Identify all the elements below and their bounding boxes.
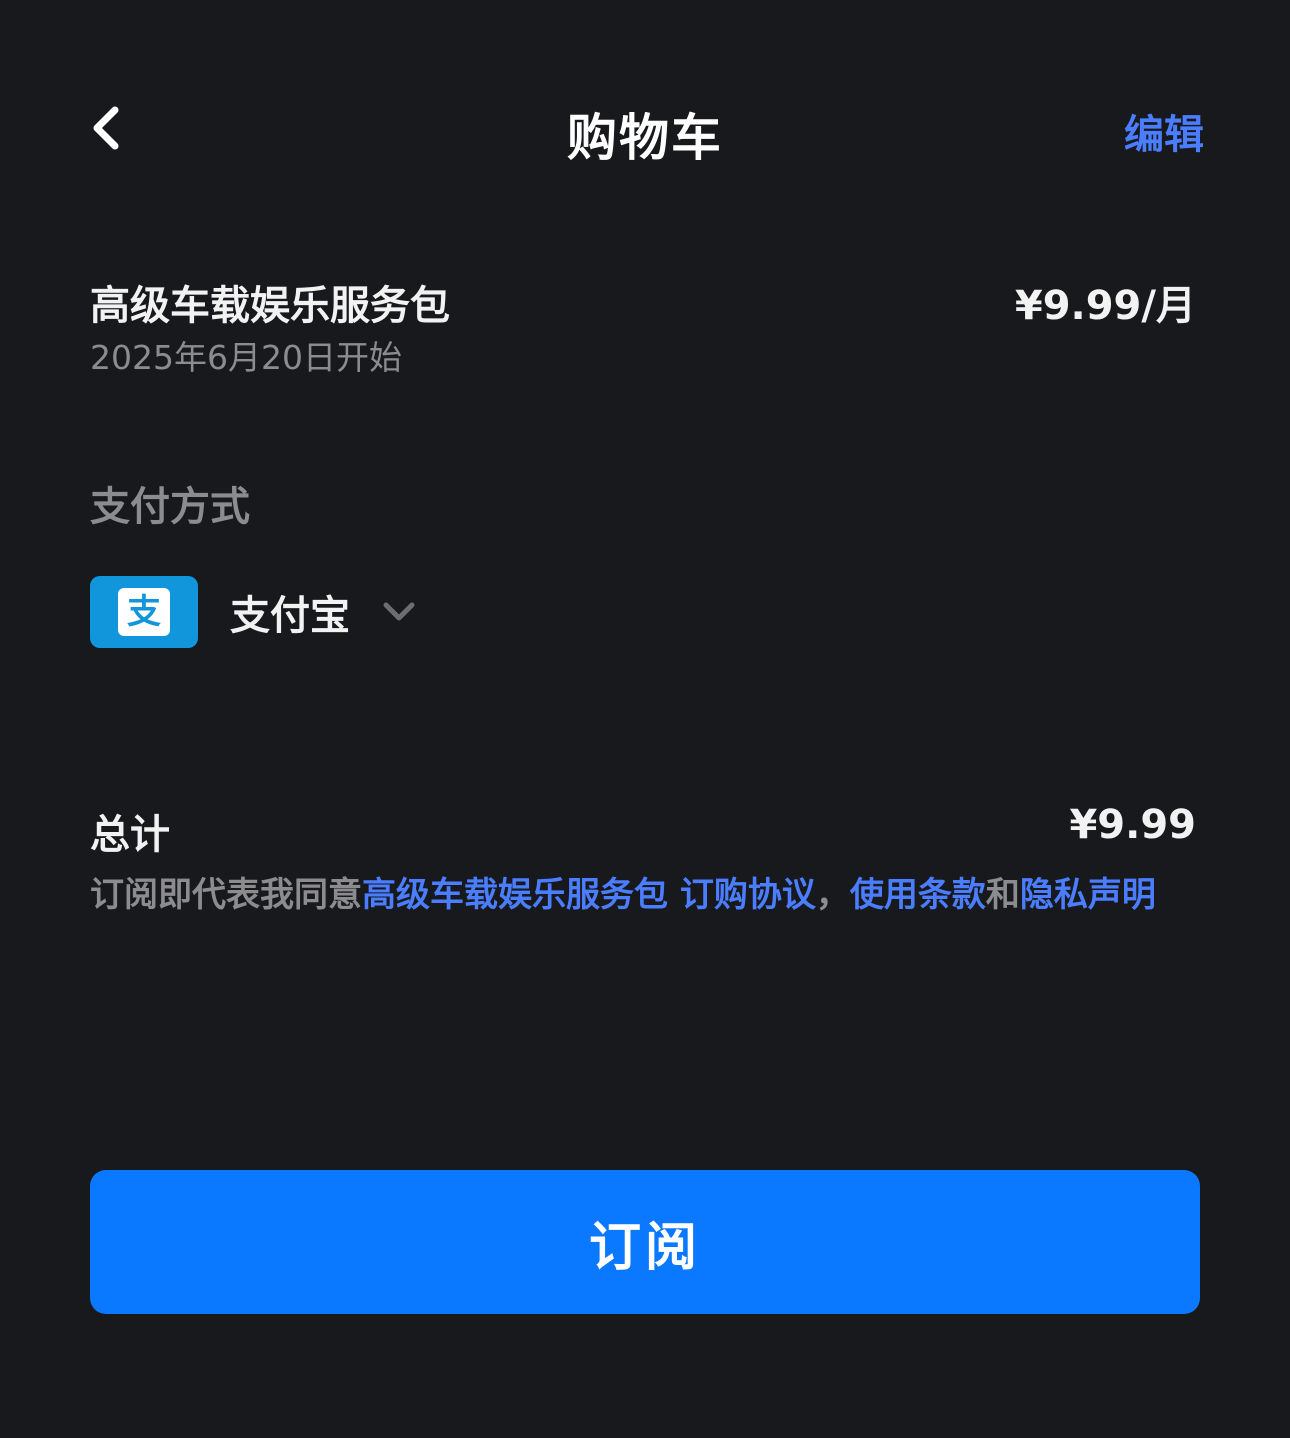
page-title: 购物车 bbox=[567, 109, 723, 167]
cart-item: 高级车载娱乐服务包 2025年6月20日开始 ¥9.99/月 bbox=[90, 278, 1196, 382]
agreement-conjunction: 和 bbox=[985, 875, 1020, 915]
agreement-text: 订阅即代表我同意高级车载娱乐服务包 订购协议，使用条款和隐私声明 bbox=[90, 870, 1190, 920]
chevron-down-icon bbox=[382, 601, 416, 623]
privacy-statement-link[interactable]: 隐私声明 bbox=[1020, 875, 1156, 915]
total-row: 总计 ¥9.99 bbox=[90, 802, 1196, 858]
alipay-logo-inner: 支 bbox=[118, 588, 170, 636]
agreement-prefix: 订阅即代表我同意 bbox=[90, 875, 362, 915]
item-start-date: 2025年6月20日开始 bbox=[90, 338, 402, 377]
alipay-logo-icon: 支 bbox=[90, 576, 198, 648]
total-label: 总计 bbox=[90, 812, 170, 858]
alipay-logo-glyph: 支 bbox=[127, 592, 161, 632]
agreement-separator: ， bbox=[815, 875, 850, 915]
payment-method-name: 支付宝 bbox=[230, 593, 350, 639]
payment-method-label: 支付方式 bbox=[90, 484, 250, 530]
payment-method-dropdown[interactable]: 支 支付宝 bbox=[90, 576, 416, 648]
item-price: ¥9.99/月 bbox=[1014, 283, 1196, 329]
subscribe-button[interactable]: 订阅 bbox=[90, 1170, 1200, 1314]
total-value: ¥9.99 bbox=[1069, 802, 1196, 848]
edit-button[interactable]: 编辑 bbox=[1124, 102, 1204, 160]
purchase-agreement-link[interactable]: 高级车载娱乐服务包 订购协议 bbox=[362, 875, 816, 915]
terms-of-use-link[interactable]: 使用条款 bbox=[850, 875, 986, 915]
nav-bar: 购物车 编辑 bbox=[0, 80, 1290, 176]
